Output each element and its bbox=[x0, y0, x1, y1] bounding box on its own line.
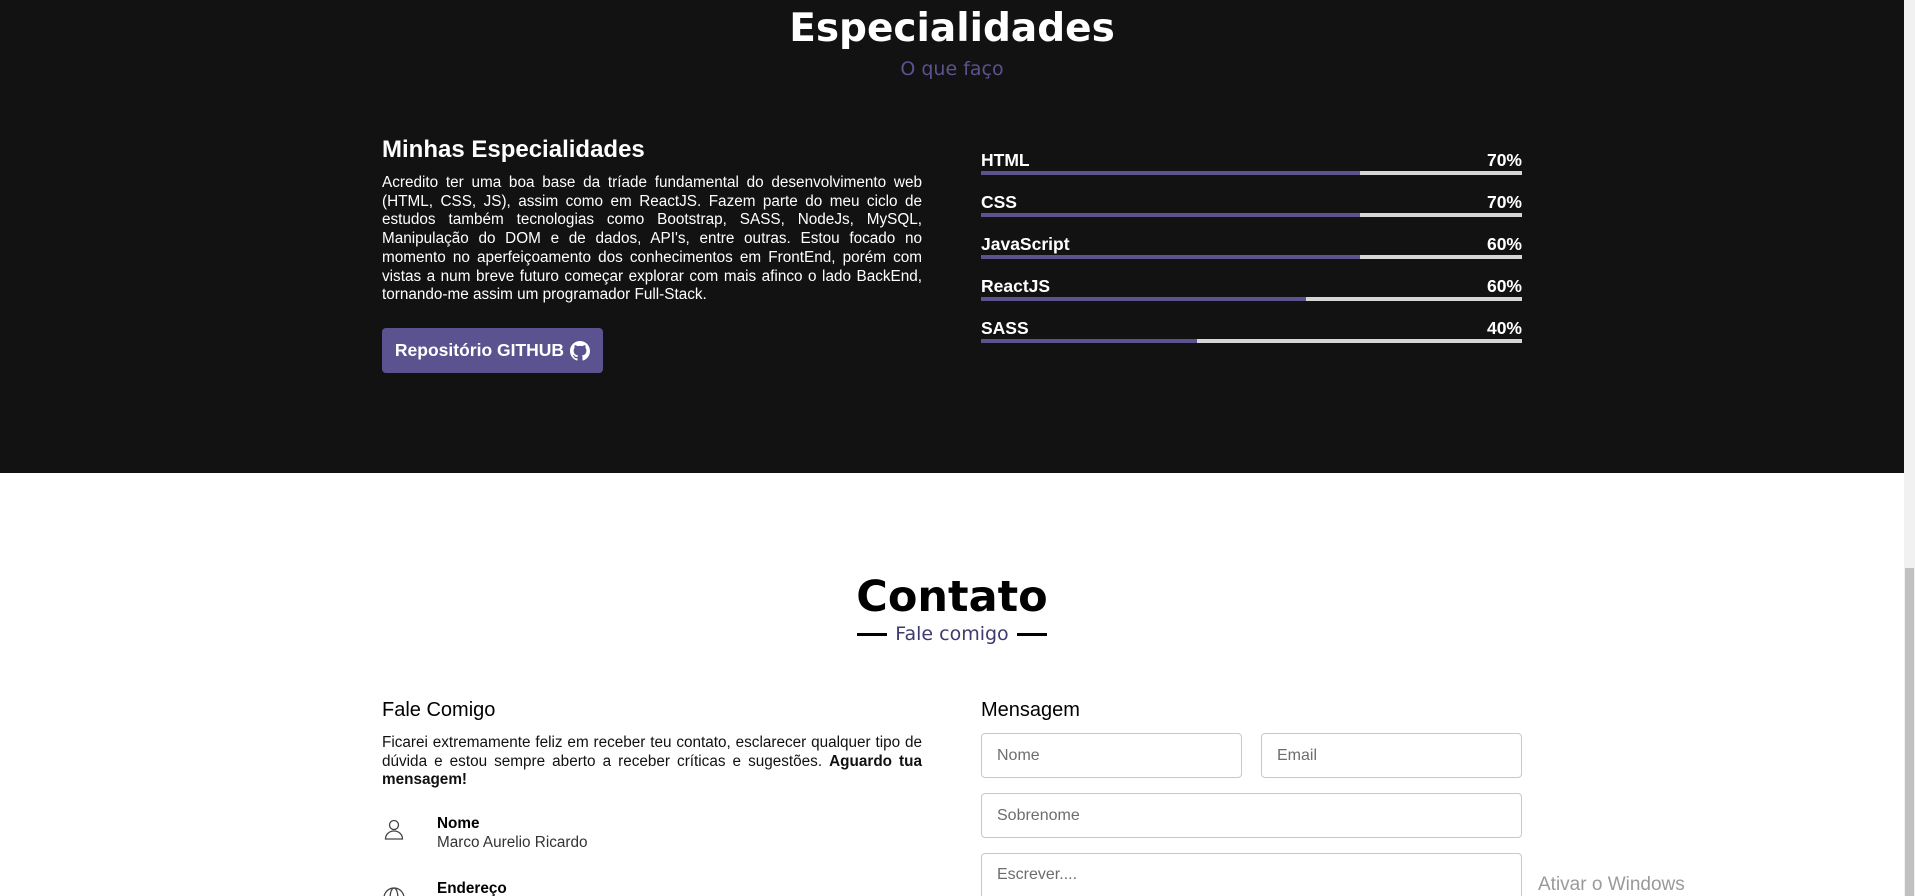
skill-item: ReactJS 60% bbox=[981, 276, 1522, 318]
skill-percent: 70% bbox=[1486, 192, 1522, 212]
scrollbar-thumb[interactable] bbox=[1905, 568, 1914, 896]
section-title: Especialidades bbox=[789, 6, 1115, 51]
specialties-description: Minhas Especialidades Acredito ter uma b… bbox=[382, 136, 922, 305]
github-repo-button[interactable]: Repositório GITHUB bbox=[382, 328, 603, 373]
contact-subtitle: Fale comigo bbox=[0, 623, 1904, 645]
info-label: Nome bbox=[437, 815, 480, 832]
github-button-label: Repositório GITHUB bbox=[394, 340, 565, 360]
skill-progress-fill bbox=[981, 339, 1198, 343]
sobrenome-input[interactable] bbox=[981, 793, 1522, 838]
contact-subtitle-text: Fale comigo bbox=[895, 623, 1009, 645]
skill-name: SASS bbox=[981, 318, 1029, 338]
skill-progress-bar bbox=[981, 255, 1522, 259]
skill-row: HTML 70% bbox=[981, 150, 1522, 172]
user-icon bbox=[384, 819, 404, 840]
skill-progress-bar bbox=[981, 213, 1522, 217]
message-form: Mensagem bbox=[981, 699, 1522, 722]
skill-progress-bar bbox=[981, 171, 1522, 175]
info-label: Endereço bbox=[437, 880, 507, 896]
skill-progress-fill bbox=[981, 297, 1306, 301]
section-subtitle: O que faço bbox=[900, 58, 1004, 80]
skill-progress-bar bbox=[981, 339, 1522, 343]
info-value: Marco Aurelio Ricardo bbox=[437, 834, 588, 851]
github-icon bbox=[570, 340, 591, 361]
skill-row: ReactJS 60% bbox=[981, 276, 1522, 298]
especialidades-section: Especialidades O que faço Minhas Especia… bbox=[0, 0, 1904, 473]
skill-row: SASS 40% bbox=[981, 318, 1522, 340]
skill-percent: 60% bbox=[1486, 234, 1522, 254]
specialties-heading: Minhas Especialidades bbox=[382, 136, 645, 163]
skill-progress-fill bbox=[981, 213, 1360, 217]
skill-progress-fill bbox=[981, 255, 1360, 259]
divider-left bbox=[857, 632, 888, 636]
skill-percent: 70% bbox=[1486, 150, 1522, 170]
contact-info: Fale Comigo Ficarei extremamente feliz e… bbox=[382, 699, 922, 790]
skill-name: ReactJS bbox=[981, 276, 1051, 296]
skill-percent: 40% bbox=[1486, 318, 1522, 338]
specialties-text: Acredito ter uma boa base da tríade fund… bbox=[382, 174, 922, 304]
nome-input[interactable] bbox=[981, 733, 1242, 778]
contact-title: Contato bbox=[856, 572, 1048, 622]
skill-item: JavaScript 60% bbox=[981, 234, 1522, 276]
message-heading: Mensagem bbox=[981, 699, 1080, 721]
skill-name: CSS bbox=[981, 192, 1017, 212]
skill-name: JavaScript bbox=[981, 234, 1070, 254]
skill-row: CSS 70% bbox=[981, 192, 1522, 214]
skill-progress-fill bbox=[981, 171, 1360, 175]
skill-item: HTML 70% bbox=[981, 150, 1522, 192]
email-input[interactable] bbox=[1261, 733, 1522, 778]
contact-text: Ficarei extremamente feliz em receber te… bbox=[382, 734, 922, 790]
skills-list: HTML 70% CSS 70% JavaScript 60% ReactJS 60% SASS… bbox=[981, 150, 1522, 360]
message-textarea[interactable] bbox=[981, 853, 1522, 896]
divider-right bbox=[1016, 632, 1047, 636]
skill-row: JavaScript 60% bbox=[981, 234, 1522, 256]
skill-percent: 60% bbox=[1486, 276, 1522, 296]
skill-item: CSS 70% bbox=[981, 192, 1522, 234]
windows-activation-watermark: Ativar o Windows bbox=[1538, 874, 1685, 895]
skill-progress-bar bbox=[981, 297, 1522, 301]
contact-heading: Fale Comigo bbox=[382, 699, 496, 721]
skill-item: SASS 40% bbox=[981, 318, 1522, 360]
skill-name: HTML bbox=[981, 150, 1030, 170]
globe-icon bbox=[383, 887, 405, 896]
